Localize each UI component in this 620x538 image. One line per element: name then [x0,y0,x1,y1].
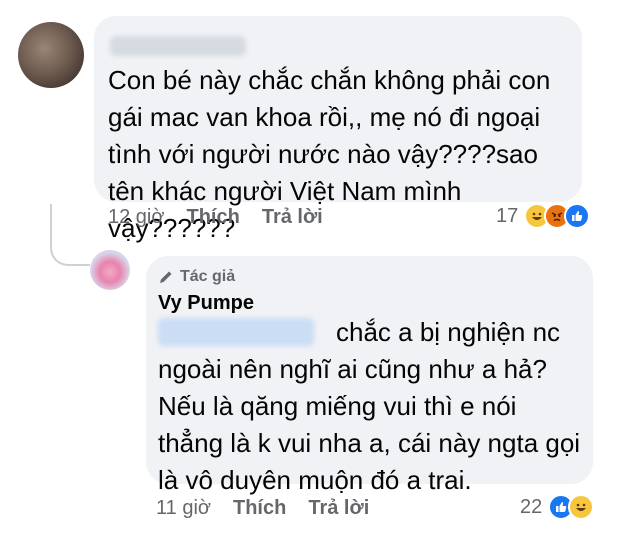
reply-thread-line [50,204,90,266]
redacted-commenter-name[interactable] [110,36,246,56]
reply-reaction-icons [548,494,595,520]
reply-reply-button[interactable]: Trả lời [308,497,369,520]
like-button[interactable]: Thích [186,206,239,229]
reply-reactions[interactable]: 22 [520,494,595,520]
author-badge-label: Tác giả [180,268,236,285]
author-name[interactable]: Vy Pumpe [158,292,254,315]
comment-actions: 12 giờ Thích Trả lời [108,206,323,229]
like-icon [564,203,591,229]
redacted-mention[interactable] [158,318,314,346]
commenter-avatar[interactable] [18,22,84,88]
reply-text-first-line: chắc a bị nghiện nc [336,317,561,347]
reaction-count: 17 [496,204,519,227]
reply-reaction-count: 22 [520,495,543,518]
haha-icon [568,494,595,520]
comment-timestamp[interactable]: 12 giờ [108,206,164,229]
comment-bubble: Con bé này chắc chắn không phải con gái … [94,16,582,243]
comment-reactions[interactable]: 17 [496,203,591,229]
reply-actions: 11 giờ Thích Trả lời [156,497,369,520]
reply-bubble: Tác giả Vy Pumpe chắc a bị nghiện nc ngo… [146,256,593,495]
author-avatar[interactable] [90,250,130,290]
pencil-icon [160,271,172,283]
reply-text: ngoài nên nghĩ ai cũng như a hả? Nếu là … [158,354,581,495]
reaction-icons [524,203,591,229]
reply-timestamp[interactable]: 11 giờ [156,497,211,520]
reply-button[interactable]: Trả lời [262,206,323,229]
author-badge: Tác giả [158,268,235,286]
reply-like-button[interactable]: Thích [233,497,286,520]
